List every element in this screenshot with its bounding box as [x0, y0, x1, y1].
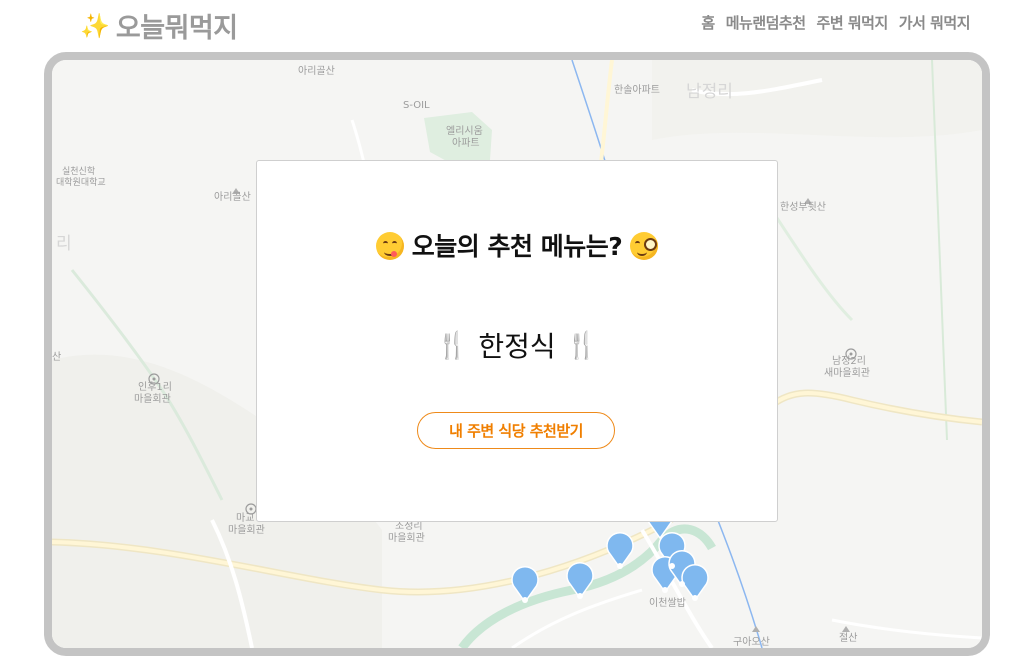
map-label: 마을회관 — [388, 533, 425, 544]
menu-name: 한정식 — [478, 330, 556, 363]
map-label: 한성부뒷산 — [780, 202, 826, 213]
map-label: 산 — [52, 352, 62, 363]
map-label: S-OIL — [403, 100, 430, 111]
map-label: 남정리 — [686, 82, 733, 102]
map-label: 구아오산 — [733, 637, 770, 648]
map-label: 대학원대학교 — [56, 178, 106, 188]
map-label: 인후1리 — [138, 382, 172, 393]
map-label: 아파트 — [452, 138, 480, 149]
nav-random-menu[interactable]: 메뉴랜덤추천 — [726, 12, 806, 33]
fork-knife-icon: 🍴 — [435, 331, 469, 361]
map-label: 한솔아파트 — [614, 85, 660, 96]
main-nav: 홈 메뉴랜덤추천 주변 뭐먹지 가서 뭐먹지 — [701, 12, 970, 33]
map-label: 마을회관 — [228, 525, 265, 536]
map-label: 아리골산 — [214, 192, 251, 203]
fork-knife-icon: 🍴 — [565, 331, 599, 361]
map-label: 조정리 — [395, 521, 423, 532]
sparkles-icon: ✨ — [80, 11, 110, 40]
map-label: 엘리시움 — [446, 126, 483, 137]
map-label: 마을회관 — [134, 394, 171, 405]
nearby-restaurant-button[interactable]: 내 주변 식당 추천받기 — [417, 412, 615, 449]
nav-go-eat[interactable]: 가서 뭐먹지 — [899, 12, 971, 33]
header: ✨ 오늘뭐먹지 홈 메뉴랜덤추천 주변 뭐먹지 가서 뭐먹지 — [0, 0, 1036, 46]
logo-text: 오늘뭐먹지 — [115, 13, 238, 44]
yum-face-icon — [375, 232, 404, 260]
map-label: 남정2리 — [832, 356, 866, 367]
map-label: 리 — [56, 234, 72, 254]
map-label: 새마을회관 — [824, 368, 870, 379]
modal-title: 오늘의 추천 메뉴는? — [257, 227, 777, 263]
map-label: 마교 — [236, 513, 255, 524]
modal-title-text: 오늘의 추천 메뉴는? — [411, 232, 623, 261]
map-label: 이천쌀밥 — [649, 598, 686, 609]
nav-home[interactable]: 홈 — [701, 12, 715, 33]
logo[interactable]: ✨ 오늘뭐먹지 — [80, 6, 238, 45]
map-label: 아리골산 — [298, 66, 335, 77]
nav-nearby[interactable]: 주변 뭐먹지 — [817, 12, 889, 33]
monocle-face-icon — [630, 232, 659, 260]
recommended-menu: 🍴 한정식 🍴 — [257, 325, 777, 365]
recommendation-modal: 오늘의 추천 메뉴는? 🍴 한정식 🍴 내 주변 식당 추천받기 — [256, 160, 778, 522]
map-label: 절산 — [839, 633, 858, 644]
